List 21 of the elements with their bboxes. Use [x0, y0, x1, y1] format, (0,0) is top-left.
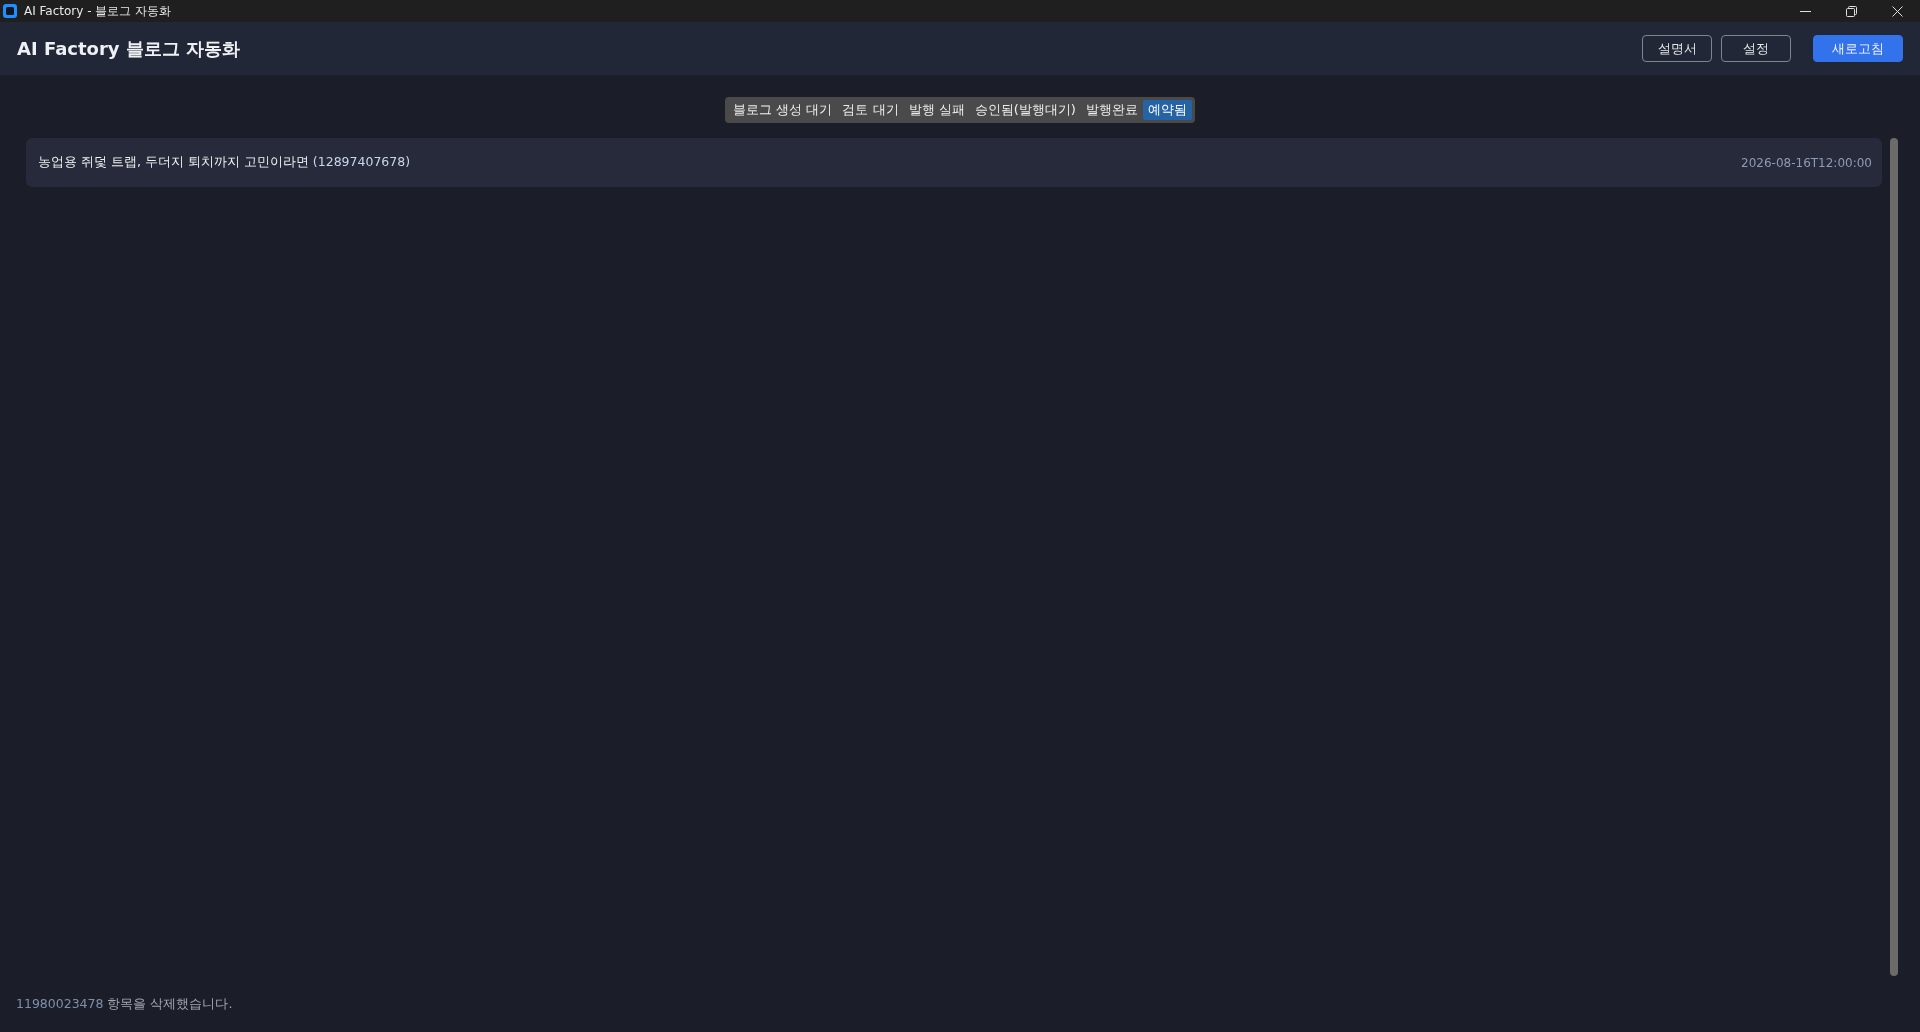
post-id: (12897407678) — [312, 153, 411, 172]
list-row[interactable]: 농업용 쥐덫 트랩, 두더지 퇴치까지 고민이라면 (12897407678) 2026-08-16T12:00:00 — [26, 138, 1882, 187]
app-title: AI Factory 블로그 자동화 — [17, 37, 241, 60]
close-icon — [1891, 5, 1903, 17]
header-button[interactable]: 설명서 — [1642, 35, 1712, 62]
app-icon — [3, 4, 17, 18]
tab[interactable]: 발행 실패 — [903, 100, 970, 120]
tab[interactable]: 블로그 생성 대기 — [728, 100, 838, 120]
scrollbar[interactable] — [1890, 138, 1898, 976]
post-title: 농업용 쥐덫 트랩, 두더지 퇴치까지 고민이라면 — [38, 153, 309, 172]
status-item-id: 11980023478 — [16, 994, 104, 1013]
tab[interactable]: 승인됨(발행대기) — [969, 100, 1081, 120]
tab[interactable]: 예약됨 — [1142, 100, 1192, 120]
restore-icon — [1845, 5, 1857, 17]
header-button[interactable]: 설정 — [1721, 35, 1791, 62]
tab[interactable]: 발행완료 — [1080, 100, 1143, 120]
refresh-button[interactable]: 새로고침 — [1813, 35, 1903, 62]
status-message: 항목을 삭제했습니다. — [107, 994, 233, 1013]
tab[interactable]: 검토 대기 — [837, 100, 904, 120]
post-date: 2026-08-16T12:00:00 — [1741, 154, 1872, 172]
window-title: AI Factory - 블로그 자동화 — [24, 3, 172, 20]
